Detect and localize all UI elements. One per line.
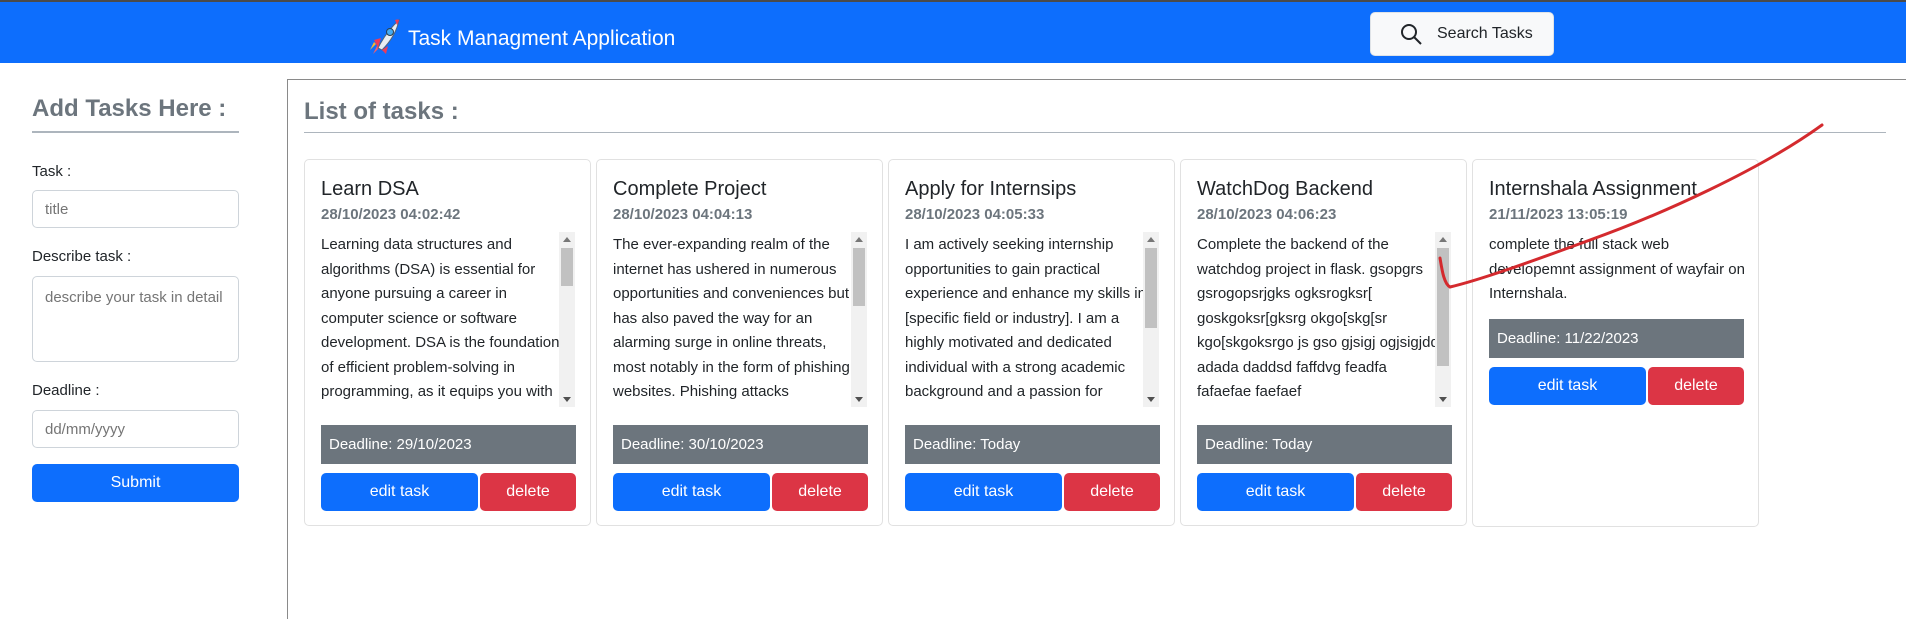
- navbar: Task Managment Application Search Tasks: [0, 2, 1906, 63]
- search-icon: [1401, 24, 1422, 45]
- task-description: Learning data structures and algorithms …: [321, 236, 560, 400]
- task-card: WatchDog Backend 28/10/2023 04:06:23 Com…: [1180, 159, 1467, 526]
- scroll-down-arrow-icon[interactable]: [1439, 397, 1447, 402]
- task-card: Apply for Internsips 28/10/2023 04:05:33…: [888, 159, 1175, 526]
- scroll-up-arrow-icon[interactable]: [1147, 237, 1155, 242]
- task-title: Apply for Internsips: [905, 178, 1077, 200]
- deadline-label: Deadline :: [32, 382, 100, 399]
- delete-task-button[interactable]: delete: [772, 473, 868, 511]
- task-created-date: 28/10/2023 04:04:13: [613, 206, 753, 223]
- task-created-date: 28/10/2023 04:02:42: [321, 206, 461, 223]
- brand[interactable]: Task Managment Application: [366, 16, 675, 61]
- task-deadline: Deadline: 11/22/2023: [1489, 319, 1744, 358]
- task-title: Learn DSA: [321, 178, 419, 200]
- search-tasks-button[interactable]: Search Tasks: [1370, 12, 1554, 56]
- scroll-up-arrow-icon[interactable]: [563, 237, 571, 242]
- task-title: WatchDog Backend: [1197, 178, 1374, 200]
- task-created-date: 28/10/2023 04:05:33: [905, 206, 1045, 223]
- description-scrollbar[interactable]: [1143, 232, 1159, 407]
- task-title-input[interactable]: [32, 190, 239, 228]
- description-scrollbar[interactable]: [559, 232, 575, 407]
- scroll-down-arrow-icon[interactable]: [855, 397, 863, 402]
- edit-task-button[interactable]: edit task: [1489, 367, 1646, 405]
- scrollbar-thumb[interactable]: [1437, 248, 1449, 366]
- task-deadline: Deadline: Today: [1197, 425, 1452, 464]
- task-card: Internshala Assignment 21/11/2023 13:05:…: [1472, 159, 1759, 527]
- edit-task-button[interactable]: edit task: [905, 473, 1062, 511]
- scrollbar-thumb[interactable]: [1145, 248, 1157, 328]
- delete-task-button[interactable]: delete: [1356, 473, 1452, 511]
- scroll-up-arrow-icon[interactable]: [855, 237, 863, 242]
- scrollbar-thumb[interactable]: [853, 248, 865, 306]
- submit-button[interactable]: Submit: [32, 464, 239, 502]
- scroll-down-arrow-icon[interactable]: [1147, 397, 1155, 402]
- task-created-date: 28/10/2023 04:06:23: [1197, 206, 1337, 223]
- delete-task-button[interactable]: delete: [480, 473, 576, 511]
- scrollbar-thumb[interactable]: [561, 248, 573, 286]
- search-tasks-label: Search Tasks: [1437, 25, 1533, 42]
- task-description-textarea[interactable]: [32, 276, 239, 362]
- task-card: Learn DSA 28/10/2023 04:02:42 Learning d…: [304, 159, 591, 526]
- description-scrollbar[interactable]: [1435, 232, 1451, 407]
- brand-title: Task Managment Application: [408, 26, 676, 50]
- scroll-down-arrow-icon[interactable]: [563, 397, 571, 402]
- task-description: The ever-expanding realm of the internet…: [613, 236, 850, 400]
- task-created-date: 21/11/2023 13:05:19: [1489, 206, 1628, 223]
- task-card: Complete Project 28/10/2023 04:04:13 The…: [596, 159, 883, 526]
- task-list-heading: List of tasks :: [304, 98, 1886, 133]
- deadline-date-input[interactable]: [32, 410, 239, 448]
- task-title: Internshala Assignment: [1489, 178, 1697, 200]
- task-title: Complete Project: [613, 178, 767, 200]
- task-deadline: Deadline: 30/10/2023: [613, 425, 868, 464]
- task-description: I am actively seeking internship opportu…: [905, 236, 1146, 400]
- scroll-up-arrow-icon[interactable]: [1439, 237, 1447, 242]
- delete-task-button[interactable]: delete: [1648, 367, 1744, 405]
- add-tasks-heading: Add Tasks Here :: [32, 95, 239, 133]
- task-label: Task :: [32, 163, 72, 180]
- edit-task-button[interactable]: edit task: [613, 473, 770, 511]
- edit-task-button[interactable]: edit task: [321, 473, 478, 511]
- task-deadline: Deadline: 29/10/2023: [321, 425, 576, 464]
- rocket-icon: [366, 16, 404, 61]
- description-scrollbar[interactable]: [851, 232, 867, 407]
- describe-task-label: Describe task :: [32, 248, 132, 265]
- task-deadline: Deadline: Today: [905, 425, 1160, 464]
- task-description: Complete the backend of the watchdog pro…: [1197, 236, 1439, 400]
- task-description: complete the full stack web developemnt …: [1489, 236, 1745, 302]
- edit-task-button[interactable]: edit task: [1197, 473, 1354, 511]
- delete-task-button[interactable]: delete: [1064, 473, 1160, 511]
